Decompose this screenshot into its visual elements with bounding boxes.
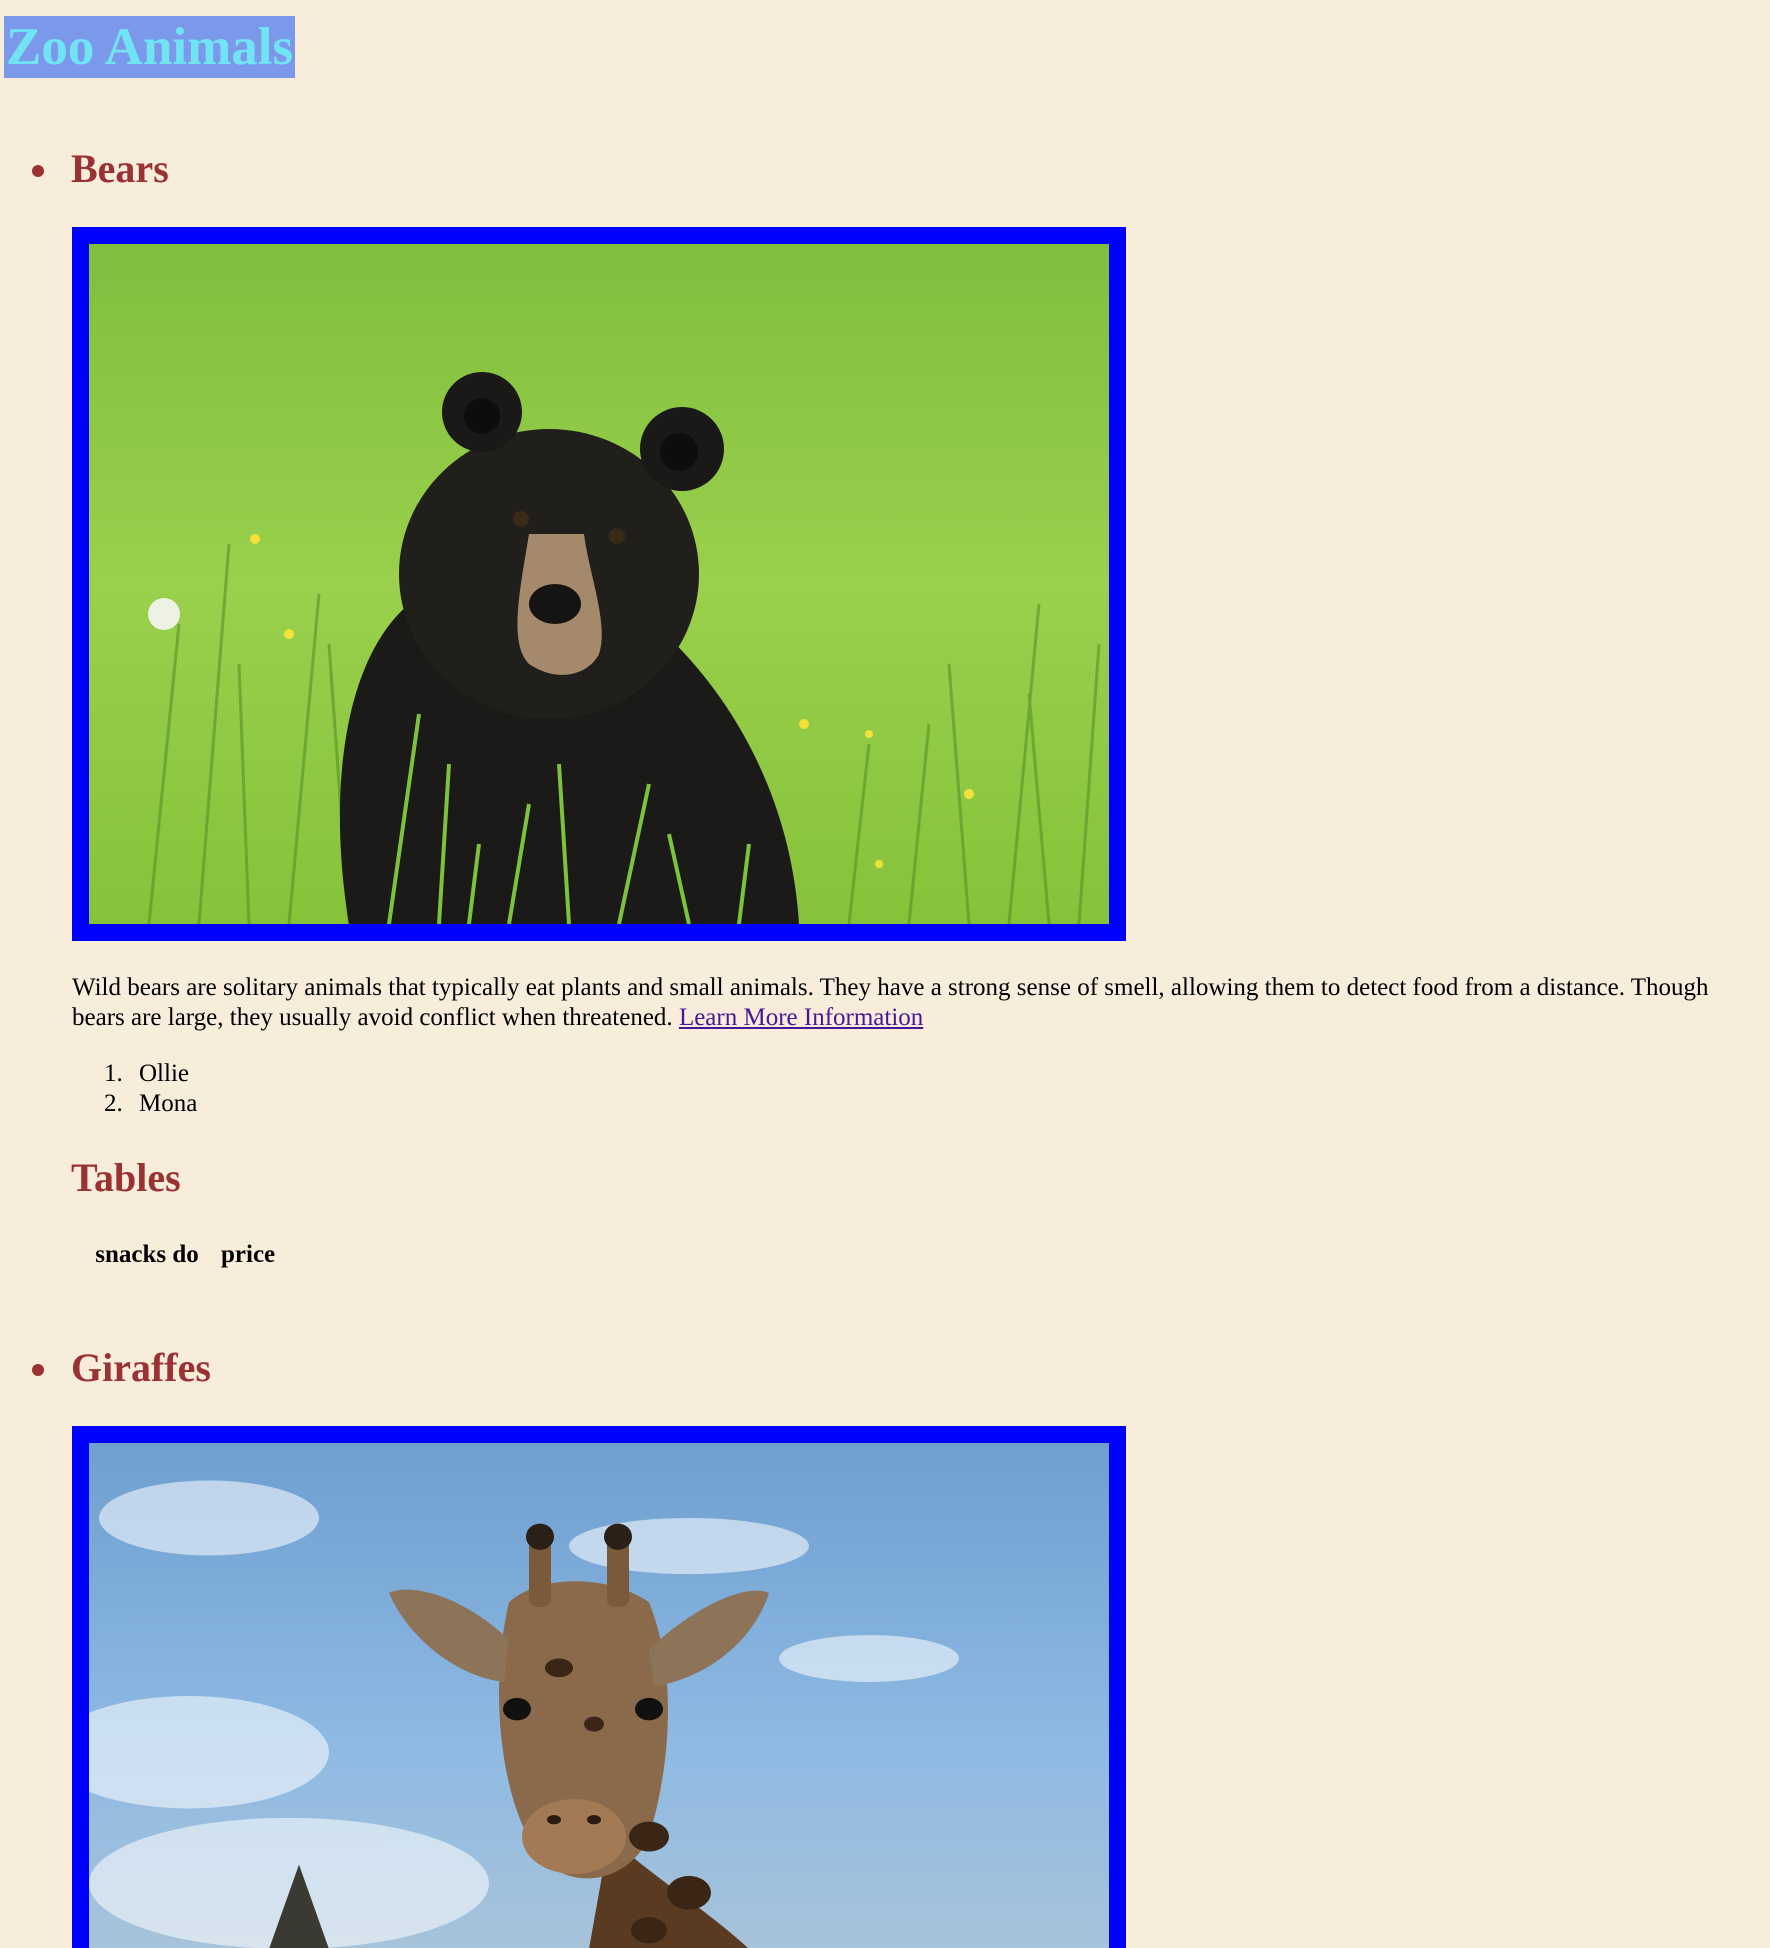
bear-description: Wild bears are solitary animals that typ… bbox=[72, 973, 1770, 1033]
section-heading-giraffes: Giraffes bbox=[71, 1345, 211, 1390]
bear-image bbox=[72, 227, 1126, 941]
table-header-snacks: snacks do bbox=[76, 1240, 218, 1270]
table-header-price: price bbox=[221, 1241, 276, 1268]
section-heading-bears: Bears bbox=[71, 146, 169, 191]
page: Zoo Animals Bears Wild bears are solitar… bbox=[0, 0, 1770, 1948]
giraffe-illustration bbox=[89, 1443, 1109, 1948]
table-header-snacks-text: snacks do bbox=[95, 1241, 199, 1268]
list-number: 1. bbox=[104, 1060, 123, 1087]
list-item: 2. Mona bbox=[72, 1089, 197, 1119]
description-line-2: bears are large, they usually avoid conf… bbox=[72, 1003, 1770, 1033]
bear-names-list: 1. Ollie 2. Mona bbox=[72, 1059, 197, 1119]
bullet-icon bbox=[32, 1364, 44, 1376]
giraffe-image bbox=[72, 1426, 1126, 1948]
list-number: 2. bbox=[104, 1090, 123, 1117]
table-header-row: snacks do price bbox=[76, 1240, 276, 1270]
bear-name: Mona bbox=[139, 1090, 198, 1117]
bear-name: Ollie bbox=[139, 1060, 189, 1087]
bullet-icon bbox=[32, 165, 44, 177]
bear-illustration bbox=[89, 244, 1109, 924]
snacks-table: snacks do price bbox=[74, 1238, 278, 1272]
description-line-1: Wild bears are solitary animals that typ… bbox=[72, 974, 1709, 1001]
page-title: Zoo Animals bbox=[4, 16, 296, 78]
tables-heading: Tables bbox=[71, 1155, 181, 1200]
learn-more-link[interactable]: Learn More Information bbox=[679, 1004, 923, 1031]
description-line-2-text: bears are large, they usually avoid conf… bbox=[72, 1004, 679, 1031]
list-item: 1. Ollie bbox=[72, 1059, 197, 1089]
